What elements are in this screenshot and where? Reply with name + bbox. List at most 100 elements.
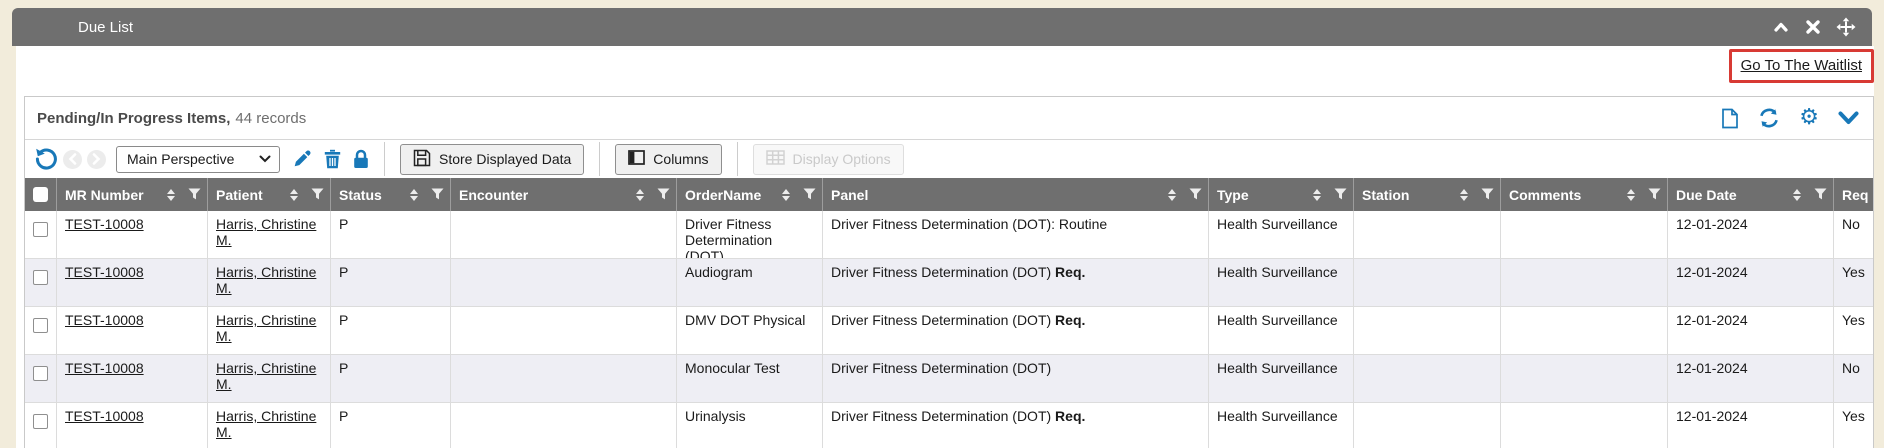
cell-order: Audiogram [677,259,823,306]
chevron-down-icon[interactable] [1838,111,1859,125]
cell-req: Yes [1834,403,1873,448]
cell-panel: Driver Fitness Determination (DOT) Req. [823,403,1209,448]
select-all-checkbox[interactable] [33,187,48,202]
column-header-encounter[interactable]: Encounter [451,178,677,211]
row-checkbox[interactable] [33,222,48,237]
collapse-icon[interactable] [1772,19,1790,35]
cell-encounter [451,211,677,258]
column-header-due[interactable]: Due Date [1668,178,1834,211]
sort-icon[interactable] [1793,189,1801,201]
mr-number-link[interactable]: TEST-10008 [65,264,144,280]
edit-pencil-icon[interactable] [292,149,312,169]
cell-type: Health Surveillance [1209,211,1354,258]
cell-encounter [451,403,677,448]
cell-order: DMV DOT Physical [677,307,823,354]
table-row: TEST-10008Harris, Christine M.PMonocular… [25,355,1873,403]
row-checkbox-cell [25,259,57,306]
new-document-icon[interactable] [1721,108,1739,129]
column-header-order[interactable]: OrderName [677,178,823,211]
filter-funnel-icon[interactable] [1814,187,1827,203]
row-checkbox[interactable] [33,318,48,333]
table-row: TEST-10008Harris, Christine M.PDriver Fi… [25,211,1873,259]
column-header-req[interactable]: Req [1834,178,1873,211]
cell-encounter [451,259,677,306]
cell-mr: TEST-10008 [57,403,208,448]
patient-link[interactable]: Harris, Christine M. [216,216,316,248]
lock-icon[interactable] [353,149,369,169]
display-options-label: Display Options [793,151,891,167]
panel-header: Pending/In Progress Items, 44 records ⚙ [25,97,1873,140]
sort-icon[interactable] [636,189,644,201]
panel-required-flag: Req. [1055,408,1085,424]
cell-type: Health Surveillance [1209,259,1354,306]
row-checkbox-cell [25,211,57,258]
columns-button[interactable]: Columns [615,144,721,175]
cell-patient: Harris, Christine M. [208,403,331,448]
move-icon[interactable] [1836,17,1856,37]
column-header-status[interactable]: Status [331,178,451,211]
sort-icon[interactable] [1627,189,1635,201]
sort-icon[interactable] [290,189,298,201]
cell-station [1354,259,1501,306]
window-title: Due List [78,19,133,36]
column-header-patient[interactable]: Patient [208,178,331,211]
column-label: Comments [1509,187,1581,203]
column-header-mr[interactable]: MR Number [57,178,208,211]
mr-number-link[interactable]: TEST-10008 [65,216,144,232]
go-to-waitlist-link[interactable]: Go To The Waitlist [1741,57,1862,74]
column-header-type[interactable]: Type [1209,178,1354,211]
filter-funnel-icon[interactable] [431,187,444,203]
panel-text: Driver Fitness Determination (DOT) [831,312,1055,328]
filter-funnel-icon[interactable] [311,187,324,203]
patient-link[interactable]: Harris, Christine M. [216,408,316,440]
sort-icon[interactable] [410,189,418,201]
row-checkbox-cell [25,403,57,448]
perspective-select[interactable]: Main Perspective [116,146,280,173]
patient-link[interactable]: Harris, Christine M. [216,312,316,344]
patient-link[interactable]: Harris, Christine M. [216,360,316,392]
row-checkbox[interactable] [33,270,48,285]
columns-button-label: Columns [653,151,708,167]
mr-number-link[interactable]: TEST-10008 [65,312,144,328]
cell-comments [1501,307,1668,354]
close-icon[interactable] [1805,19,1821,35]
cell-mr: TEST-10008 [57,307,208,354]
sort-icon[interactable] [1168,189,1176,201]
sort-icon[interactable] [1460,189,1468,201]
filter-funnel-icon[interactable] [803,187,816,203]
column-header-comments[interactable]: Comments [1501,178,1668,211]
store-displayed-data-button[interactable]: Store Displayed Data [400,144,584,175]
cell-station [1354,211,1501,258]
filter-funnel-icon[interactable] [657,187,670,203]
filter-funnel-icon[interactable] [1481,187,1494,203]
mr-number-link[interactable]: TEST-10008 [65,360,144,376]
sort-icon[interactable] [782,189,790,201]
trash-icon[interactable] [324,149,341,169]
cell-order: Urinalysis [677,403,823,448]
prev-icon[interactable] [63,150,82,169]
filter-funnel-icon[interactable] [188,187,201,203]
cell-type: Health Surveillance [1209,403,1354,448]
filter-funnel-icon[interactable] [1648,187,1661,203]
patient-link[interactable]: Harris, Christine M. [216,264,316,296]
column-header-panel[interactable]: Panel [823,178,1209,211]
next-icon[interactable] [87,150,106,169]
row-checkbox[interactable] [33,366,48,381]
column-label: Panel [831,187,868,203]
cell-panel: Driver Fitness Determination (DOT) Req. [823,259,1209,306]
column-header-station[interactable]: Station [1354,178,1501,211]
cell-mr: TEST-10008 [57,211,208,258]
gear-icon[interactable]: ⚙ [1799,108,1819,128]
undo-icon[interactable] [34,147,58,171]
filter-funnel-icon[interactable] [1334,187,1347,203]
column-label: Encounter [459,187,528,203]
cell-req: Yes [1834,259,1873,306]
sort-icon[interactable] [1313,189,1321,201]
cell-patient: Harris, Christine M. [208,307,331,354]
row-checkbox[interactable] [33,414,48,429]
refresh-icon[interactable] [1758,107,1780,129]
sort-icon[interactable] [167,189,175,201]
mr-number-link[interactable]: TEST-10008 [65,408,144,424]
filter-funnel-icon[interactable] [1189,187,1202,203]
cell-order: Monocular Test [677,355,823,402]
